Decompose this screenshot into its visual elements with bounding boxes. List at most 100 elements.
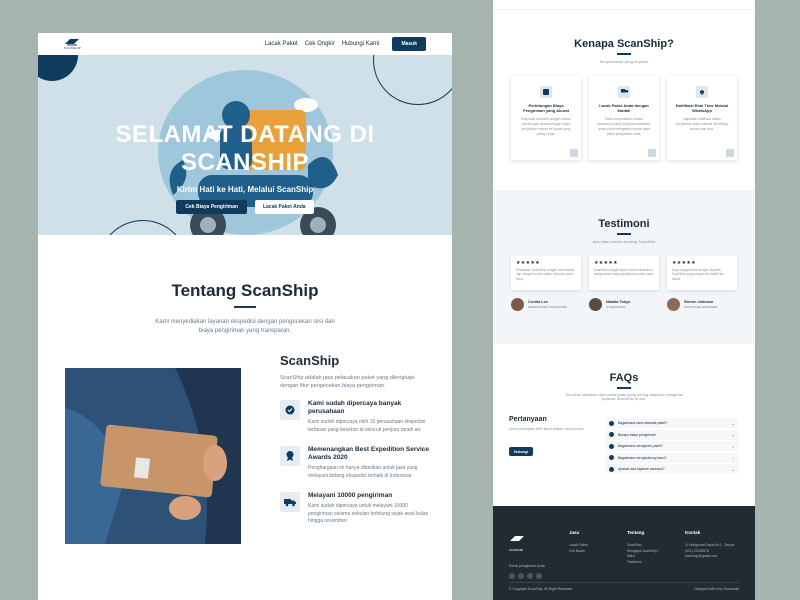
truck-icon	[280, 492, 300, 512]
testimonial-person: Steven Johnson SOFTWARE ENGINEER	[667, 297, 737, 311]
rating-stars: ★★★★★	[672, 259, 696, 266]
title-underline	[234, 306, 256, 308]
facebook-icon[interactable]	[536, 573, 542, 579]
testimonial-person: Cecilia Lee FREELANCER SINGAPORE	[511, 297, 581, 311]
faq-item[interactable]: Bagaimana menghubungi kami? ⌄	[605, 452, 739, 463]
feature-title: Kami sudah dipercaya banyak perusahaan	[308, 400, 402, 415]
footer-logo-text: SCANSHIP	[509, 548, 524, 552]
faq-item[interactable]: Berapa biaya pengiriman ⌄	[605, 429, 739, 440]
testimonial-card: ★★★★★ Pelayanan ScanShip sangat memuaska…	[511, 255, 581, 290]
feature-item: Melayani 10000 pengiriman Kami sudah dip…	[280, 492, 430, 526]
footer-col-tentang: Tentang ScanShip Mengapa ScanShip? Mitra…	[627, 530, 659, 566]
why-card-text: Ekspedisi otomatis dengan sistem perhitu…	[521, 116, 571, 136]
nav-link-hubungi-kami[interactable]: Hubungi Kami	[342, 41, 380, 47]
card-corner	[648, 148, 656, 157]
feature-text: Kami sudah dipercaya oleh 15 perusahaan …	[308, 419, 426, 433]
footer-bottom: © Copyright ScanShip. All Right Reserved…	[509, 582, 739, 591]
question-icon	[609, 466, 614, 472]
about-lead: ScanShip adalah jasa pelacakan paket yan…	[280, 375, 415, 389]
why-card-title: Perhitungan Biaya Pengiriman yang Akurat	[523, 102, 569, 114]
truck-icon	[618, 85, 630, 98]
about-title: Tentang ScanShip	[171, 281, 319, 300]
chevron-down-icon: ⌄	[731, 420, 735, 426]
why-card: Notifikasi Real Time Melalui WhatsApp Da…	[667, 75, 737, 160]
calculator-icon	[540, 85, 552, 98]
feature-item: Memenangkan Best Expedition Service Awar…	[280, 446, 430, 480]
faq-list: Bagaimana cara melacak paket? ⌄ Berapa bi…	[605, 418, 739, 476]
faq-left-text: Untuk pertanyaan lebih lanjut silakan hu…	[509, 427, 585, 431]
linkedin-icon[interactable]	[518, 573, 524, 579]
question-icon	[609, 443, 614, 449]
person-role: SOFTWARE ENGINEER	[684, 304, 718, 309]
package-handover-photo	[65, 368, 241, 544]
hero-title: SELAMAT DATANG DI SCANSHIP	[115, 121, 375, 176]
nav-link-cek-ongkir[interactable]: Cek Ongkir	[305, 41, 335, 47]
card-corner	[726, 148, 734, 157]
decor-ring	[373, 55, 452, 105]
chevron-down-icon: ⌄	[731, 455, 735, 460]
twitter-icon[interactable]	[527, 573, 533, 579]
about-description: Kami menyediakan layanan ekspedisi denga…	[155, 319, 335, 334]
contact-button[interactable]: Hubungi	[509, 447, 534, 456]
faq-item[interactable]: Bagaimana cara melacak paket? ⌄	[605, 418, 739, 428]
chevron-down-icon: ⌄	[731, 466, 735, 472]
navbar: SCANSHIP Lacak Paket Cek Ongkir Hubungi …	[38, 33, 452, 55]
award-icon	[280, 446, 300, 466]
why-card: Lacak Paket Anda dengan Mudah Kami menye…	[589, 75, 659, 160]
check-cost-button[interactable]: Cek Biaya Pengiriman	[176, 200, 247, 214]
footer-link[interactable]: Cek Biaya	[569, 549, 588, 555]
footer: SCANSHIP Solusi pengiriman Anda Jasa Lac…	[493, 506, 755, 600]
credit: Designed with ♥ by Mooncraft	[694, 587, 739, 591]
person-name: Nakata Tokyo	[606, 299, 631, 304]
why-card-title: Lacak Paket Anda dengan Mudah	[599, 102, 649, 114]
faq-item[interactable]: Bagaimana mengecek paket? ⌄	[605, 441, 739, 451]
logo-icon	[510, 536, 524, 541]
feature-title: Memenangkan Best Expedition Service Awar…	[308, 446, 430, 461]
feature-item: Kami sudah dipercaya banyak perusahaan K…	[280, 400, 430, 434]
testimonial-text: Pelayanan ScanShip sangat memuaskan dan …	[516, 267, 575, 281]
why-title: Kenapa ScanShip?	[574, 38, 674, 50]
why-card-title: Notifikasi Real Time Melalui WhatsApp	[675, 102, 729, 114]
avatar	[589, 297, 602, 311]
about-brand-heading: ScanShip	[280, 353, 340, 368]
title-underline	[617, 53, 631, 55]
logo-icon	[65, 39, 79, 46]
testimonial-text: ScanShip sangat cepat dalam melakukan pe…	[594, 267, 654, 277]
hero-section: SELAMAT DATANG DI SCANSHIP Kirim Hati ke…	[38, 55, 452, 235]
footer-col-jasa: Jasa Lacak Paket Cek Biaya	[569, 530, 588, 555]
about-content: ScanShip ScanShip adalah jasa pelacakan …	[280, 353, 430, 538]
why-card-text: Kami menyediakan sistem pelacakan paket …	[597, 116, 651, 136]
copyright: © Copyright ScanShip. All Right Reserved	[509, 587, 573, 591]
top-border	[493, 0, 755, 10]
feature-title: Melayani 10000 pengiriman	[308, 492, 393, 499]
instagram-icon[interactable]	[509, 573, 515, 579]
faq-title: FAQs	[609, 372, 639, 384]
faq-section: FAQs Temukan jawaban dari pertanyaan yan…	[493, 344, 755, 506]
landing-page-right: Kenapa ScanShip? Kenyamanan yang terjami…	[493, 0, 755, 600]
testimonial-section: Testimoni Apa kata mereka tentang ScanSh…	[493, 190, 755, 344]
rating-stars: ★★★★★	[594, 259, 618, 266]
testimonial-title: Testimoni	[598, 218, 650, 230]
login-button[interactable]: Masuk	[392, 37, 426, 51]
faq-left-title: Pertanyaan	[509, 416, 547, 423]
landing-page-left: SCANSHIP Lacak Paket Cek Ongkir Hubungi …	[38, 33, 452, 600]
logo[interactable]: SCANSHIP	[64, 38, 86, 50]
hero-subtitle: Kirim Hati ke Hati, Melalui ScanShip	[176, 185, 314, 194]
footer-col-kontak: Kontak Jl. Margonda Raya No.1 - Depok (0…	[685, 530, 735, 560]
testimonial-person: Nakata Tokyo UI DESIGNER	[589, 297, 659, 311]
nav-link-lacak-paket[interactable]: Lacak Paket	[265, 41, 298, 47]
why-section: Kenapa ScanShip? Kenyamanan yang terjami…	[493, 38, 755, 160]
chevron-down-icon: ⌄	[731, 432, 735, 437]
check-badge-icon	[280, 400, 300, 420]
footer-link[interactable]: Testimoni	[627, 560, 658, 566]
chevron-down-icon: ⌄	[731, 443, 735, 449]
testimonial-card: ★★★★★ ScanShip sangat cepat dalam melaku…	[589, 255, 659, 290]
faq-item[interactable]: Apakah ada layanan asuransi? ⌄	[605, 464, 739, 474]
footer-email[interactable]: scanship@gmail.com	[685, 554, 734, 560]
footer-address: Jl. Margonda Raya No.1 - Depok	[685, 543, 735, 547]
logo-text: SCANSHIP	[64, 46, 81, 50]
footer-link[interactable]: Lacak Paket	[569, 543, 588, 549]
feature-text: Penghargaan ini hanya diberikan untuk ja…	[308, 465, 418, 479]
social-links	[509, 573, 545, 579]
track-package-button[interactable]: Lacak Paket Anda	[254, 200, 314, 214]
